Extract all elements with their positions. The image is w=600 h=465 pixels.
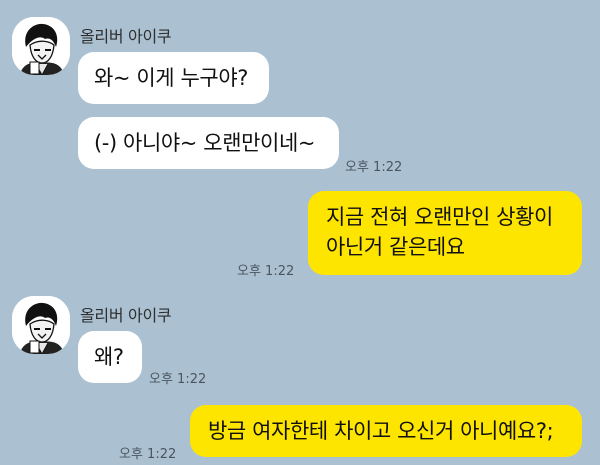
message-line: 아닌거 같은데요: [326, 235, 465, 259]
my-message-bubble[interactable]: 방금 여자한테 차이고 오신거 아니예요?;: [190, 405, 582, 457]
chat-view: 올리버 아이쿠 와~ 이게 누구야? (-) 아니야~ 오랜만이네~ 오후 1:…: [0, 0, 600, 465]
message-line: 지금 전혀 오랜만인 상황이: [326, 205, 553, 229]
sender-name: 올리버 아이쿠: [80, 306, 172, 325]
my-message-bubble[interactable]: 지금 전혀 오랜만인 상황이 아닌거 같은데요: [308, 191, 582, 275]
sender-name: 올리버 아이쿠: [80, 27, 172, 46]
message-time: 오후 1:22: [149, 372, 207, 387]
message-bubble[interactable]: (-) 아니야~ 오랜만이네~: [78, 117, 339, 169]
message-bubble[interactable]: 왜?: [78, 331, 142, 383]
message-bubble[interactable]: 와~ 이게 누구야?: [78, 52, 269, 104]
message-line: 방금 여자한테 차이고 오신거 아니예요?;: [208, 419, 554, 443]
profile-avatar-icon[interactable]: [12, 17, 70, 75]
message-time: 오후 1:22: [345, 160, 403, 175]
profile-avatar-icon[interactable]: [12, 296, 70, 354]
message-time: 오후 1:22: [119, 447, 177, 462]
message-time: 오후 1:22: [237, 264, 295, 279]
